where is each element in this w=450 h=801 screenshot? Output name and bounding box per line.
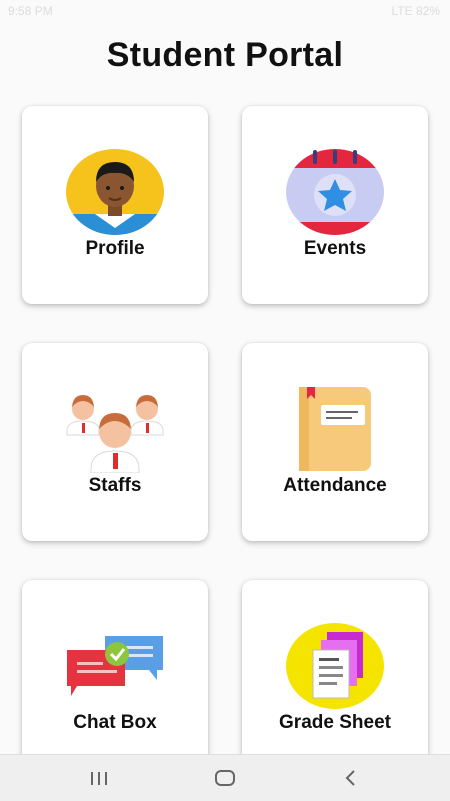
home-icon[interactable] xyxy=(210,765,240,791)
staff-group-icon xyxy=(65,385,165,474)
staffs-card[interactable]: Staffs xyxy=(22,343,208,541)
documents-icon xyxy=(285,622,385,710)
profile-card[interactable]: Profile xyxy=(22,106,208,304)
chat-bubbles-icon xyxy=(65,622,165,710)
grade-sheet-label: Grade Sheet xyxy=(279,712,391,733)
calendar-star-icon xyxy=(285,148,385,236)
attendance-card[interactable]: Attendance xyxy=(242,343,428,541)
profile-label: Profile xyxy=(85,238,145,259)
staffs-label: Staffs xyxy=(88,475,142,496)
events-card[interactable]: Events xyxy=(242,106,428,304)
profile-avatar-icon xyxy=(65,148,165,236)
status-indicators: LTE 82% xyxy=(391,4,440,18)
events-label: Events xyxy=(303,238,367,259)
system-nav-bar xyxy=(0,754,450,801)
attendance-label: Attendance xyxy=(283,475,387,496)
notebook-icon xyxy=(285,385,385,473)
page-title: Student Portal xyxy=(106,36,344,74)
back-icon[interactable] xyxy=(336,765,366,791)
status-bar: 9:58 PM LTE 82% xyxy=(0,0,450,24)
chat-box-card[interactable]: Chat Box xyxy=(22,580,208,778)
grade-sheet-card[interactable]: Grade Sheet xyxy=(242,580,428,778)
status-time: 9:58 PM xyxy=(8,4,53,18)
recent-apps-icon[interactable] xyxy=(84,765,114,791)
chat-box-label: Chat Box xyxy=(73,712,157,733)
